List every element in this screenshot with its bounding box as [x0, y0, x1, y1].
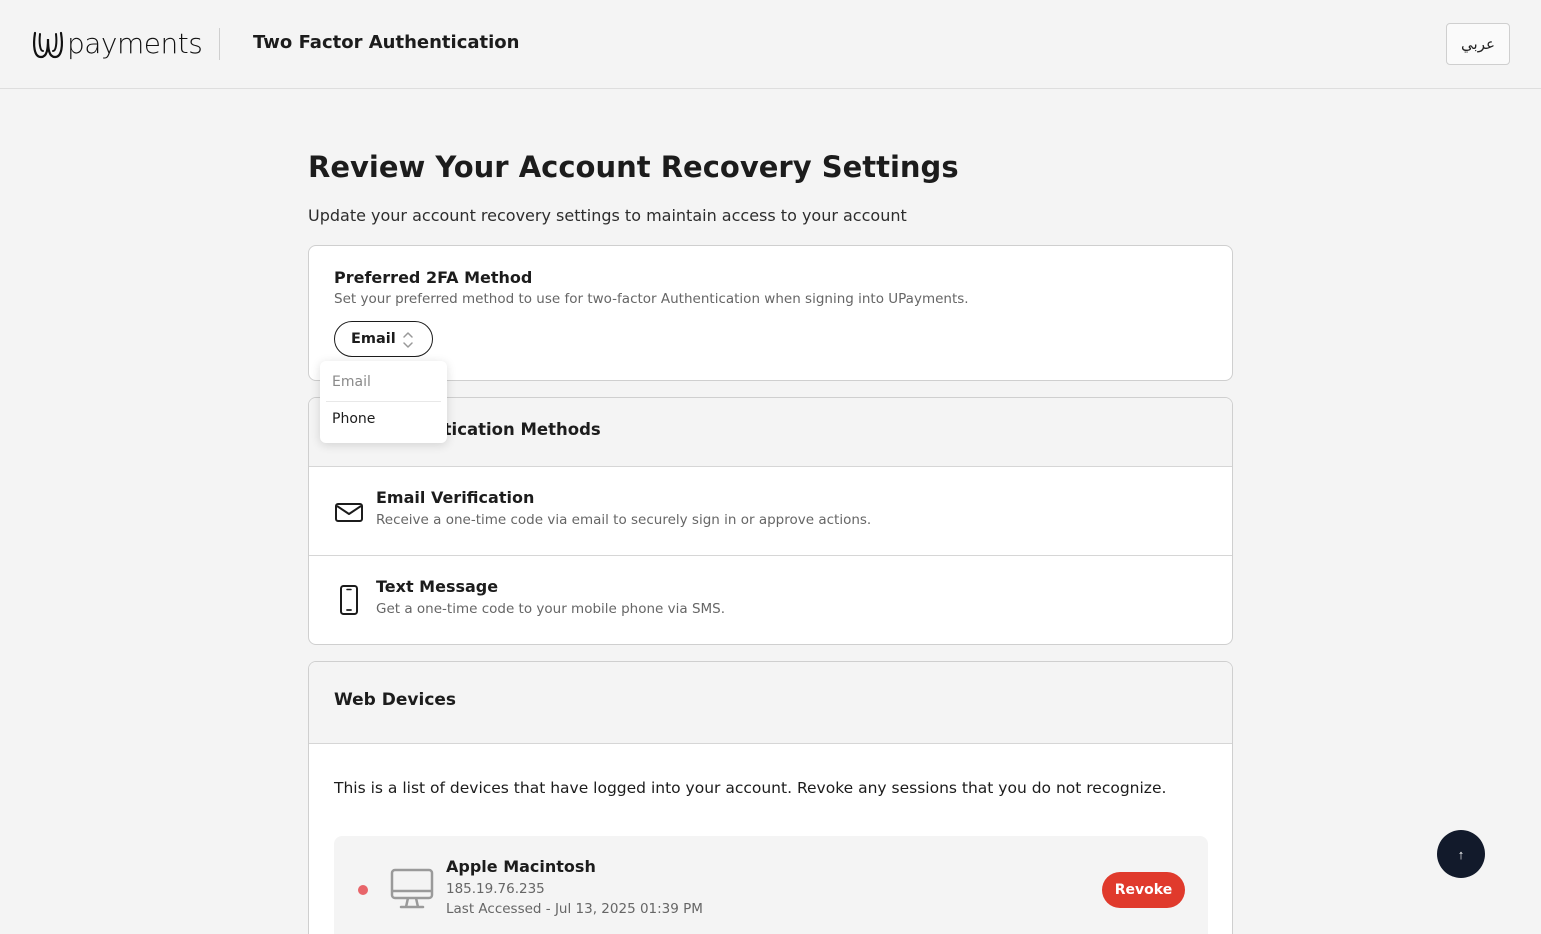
- upayments-logo-icon: [33, 31, 63, 59]
- logo-wordmark: payments: [67, 26, 203, 60]
- preferred-2fa-dropdown-menu: Email Phone: [320, 361, 447, 443]
- envelope-icon: [335, 503, 363, 522]
- device-status-dot: [358, 885, 368, 895]
- mobile-phone-icon: [340, 585, 358, 615]
- upayments-logo[interactable]: payments: [31, 26, 203, 62]
- method-row-email[interactable]: Email Verification Receive a one-time co…: [309, 467, 1232, 556]
- desktop-monitor-icon: [390, 868, 434, 909]
- device-last-accessed: Last Accessed - Jul 13, 2025 01:39 PM: [446, 901, 703, 917]
- preferred-2fa-description: Set your preferred method to use for two…: [334, 291, 969, 307]
- preferred-2fa-title: Preferred 2FA Method: [334, 268, 533, 287]
- web-devices-title: Web Devices: [334, 690, 457, 710]
- arrow-up-icon: ↑: [1457, 846, 1465, 862]
- language-toggle-button[interactable]: عربي: [1446, 23, 1510, 65]
- revoke-button[interactable]: Revoke: [1102, 872, 1185, 908]
- method-title: Text Message: [376, 577, 499, 596]
- web-devices-header: Web Devices: [309, 662, 1232, 744]
- dropdown-option-email[interactable]: Email: [320, 362, 447, 402]
- dropdown-option-phone[interactable]: Phone: [320, 399, 447, 439]
- method-description: Get a one-time code to your mobile phone…: [376, 601, 726, 617]
- preferred-2fa-card: Preferred 2FA Method Set your preferred …: [308, 245, 1233, 381]
- chevron-up-down-icon: [403, 332, 413, 348]
- authentication-methods-header: Authenthentication Methods: [309, 398, 1232, 467]
- web-devices-card: Web Devices This is a list of devices th…: [308, 661, 1233, 934]
- top-header: payments Two Factor Authentication عربي: [0, 0, 1541, 89]
- page-subtitle: Update your account recovery settings to…: [308, 206, 907, 225]
- device-name: Apple Macintosh: [446, 857, 596, 876]
- scroll-to-top-button[interactable]: ↑: [1437, 830, 1485, 878]
- web-devices-description: This is a list of devices that have logg…: [334, 779, 1167, 797]
- preferred-2fa-selected-value: Email: [351, 331, 396, 347]
- method-title: Email Verification: [376, 488, 535, 507]
- method-description: Receive a one-time code via email to sec…: [376, 512, 872, 528]
- preferred-2fa-select[interactable]: Email: [334, 321, 433, 357]
- page-title: Review Your Account Recovery Settings: [308, 150, 959, 184]
- device-item: Apple Macintosh 185.19.76.235 Last Acces…: [334, 836, 1208, 934]
- header-divider: [219, 28, 220, 60]
- method-row-text-message[interactable]: Text Message Get a one-time code to your…: [309, 556, 1232, 644]
- device-ip: 185.19.76.235: [446, 881, 545, 897]
- page-header-title: Two Factor Authentication: [253, 32, 520, 53]
